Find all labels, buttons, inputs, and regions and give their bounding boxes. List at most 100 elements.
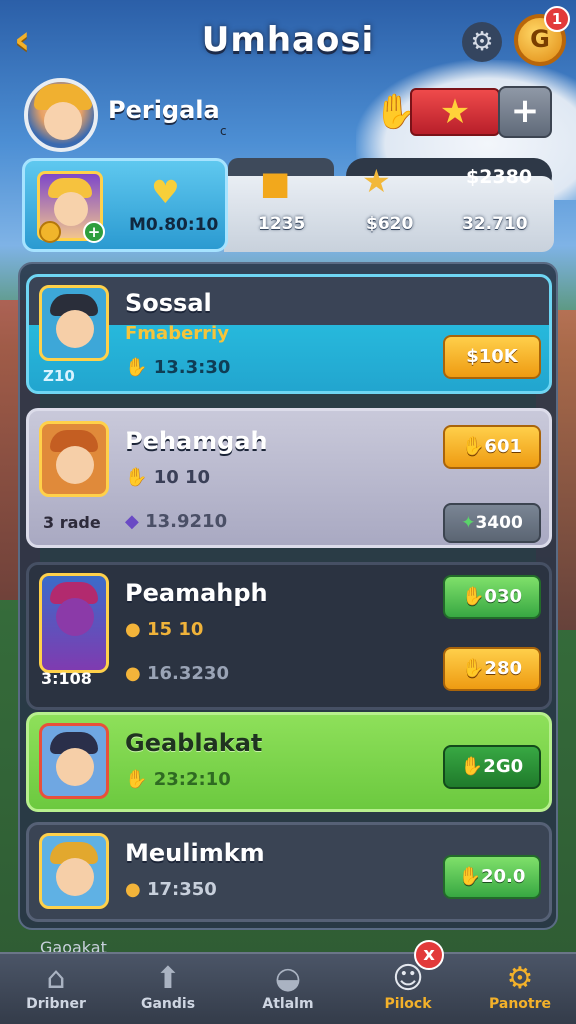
star-button[interactable]: ★ [410, 88, 500, 136]
item-corner-label: 3 rade [43, 513, 101, 532]
secondary-button-label: 280 [484, 658, 522, 679]
claim-button[interactable]: $10K [443, 335, 541, 379]
claim-button-label: 20.0 [481, 866, 526, 887]
item-secondary-text: 13.9210 [145, 511, 228, 532]
player-note: c [220, 124, 227, 138]
coin-icon: ● [125, 619, 141, 640]
nav-badge: x [414, 940, 444, 970]
notification-badge: 1 [544, 6, 570, 32]
item-secondary: ● 16.3230 [125, 663, 229, 684]
avatar-face [44, 102, 82, 140]
nav-label: Gandis [140, 996, 196, 1012]
stat-value-2: $620 [366, 214, 414, 234]
page-title: Umhaosi [201, 20, 375, 60]
claim-button-label: 601 [484, 436, 522, 457]
quest-list: Sossal Fmaberriy ✋ 13.3:30 Z10 $10K Peha… [18, 262, 558, 930]
claim-button[interactable]: ✋030 [443, 575, 541, 619]
item-time: ✋ 23:2:10 [125, 769, 231, 790]
item-secondary-text: 16.3230 [147, 663, 229, 684]
item-name: Meulimkm [125, 839, 265, 867]
helmet-icon: ◒ [274, 961, 302, 996]
item-time: ✋ 13.3:30 [125, 357, 230, 378]
star-icon: ★ [362, 162, 391, 200]
stat-value-1: 1235 [258, 214, 306, 234]
item-name: Sossal [125, 289, 212, 317]
item-time: ✋ 10 10 [125, 467, 210, 488]
upload-icon: ⬆ [155, 961, 181, 996]
player-name: Perigala [108, 96, 220, 124]
money-value: $2380 [466, 166, 533, 188]
thumb-face [56, 748, 94, 786]
secondary-button[interactable]: ✋280 [443, 647, 541, 691]
chevron-left-icon[interactable]: ‹ [14, 18, 54, 62]
thumb-face [56, 858, 94, 896]
item-name: Peamahph [125, 579, 268, 607]
claim-button-label: 030 [484, 586, 522, 607]
heart-icon: ♥ [151, 173, 180, 211]
coin-icon: ● [125, 879, 141, 900]
secondary-button-label: 3400 [475, 513, 523, 533]
plus-badge-icon: + [83, 221, 105, 243]
nav-label: Panotre [488, 996, 551, 1012]
gear-icon: ⚙ [506, 961, 534, 996]
stats-bar: + ♥ M0.80:10 ■ 1235 ★ $620 $2380 32.710 [22, 158, 554, 252]
coin-icon: ● [125, 663, 141, 684]
home-icon: ⌂ [46, 961, 66, 996]
nav-label: Pilock [384, 996, 432, 1012]
nav-item-settings[interactable]: ⚙ Panotre [464, 954, 576, 1024]
top-bar: ‹ Umhaosi ⚙ G 1 [0, 0, 576, 82]
portrait-face [54, 192, 88, 226]
nav-item-character[interactable]: ☺ Pilock x [352, 940, 464, 1024]
coin-badge-icon [39, 221, 61, 243]
item-time-text: 17:350 [147, 879, 217, 900]
item-corner-label: Z10 [43, 367, 75, 385]
avatar[interactable] [24, 78, 98, 152]
coin-icon: ✋ [125, 467, 148, 488]
thumb-face [56, 310, 94, 348]
coin-icon: ✋ [125, 357, 148, 378]
gold-cube-icon: ■ [260, 164, 291, 202]
player-stat-value: M0.80:10 [129, 215, 219, 235]
item-time-text: 23:2:10 [153, 769, 231, 790]
item-name: Pehamgah [125, 427, 268, 455]
list-item[interactable]: Pehamgah ✋ 10 10 3 rade ◆ 13.9210 ✋601 ✦… [26, 408, 552, 548]
claim-button[interactable]: ✋20.0 [443, 855, 541, 899]
gear-icon[interactable]: ⚙ [462, 22, 502, 62]
claim-button-label: 2G0 [483, 756, 524, 777]
claim-button[interactable]: ✋601 [443, 425, 541, 469]
item-subtitle: Fmaberriy [125, 323, 229, 344]
hand-icon: ✋ [125, 769, 148, 790]
list-item[interactable]: Meulimkm ● 17:350 ✋20.0 [26, 822, 552, 922]
item-thumbnail [39, 573, 109, 673]
item-thumbnail [39, 421, 109, 497]
item-thumbnail [39, 833, 109, 909]
nav-label: Atlalm [262, 996, 314, 1012]
secondary-button[interactable]: ✦3400 [443, 503, 541, 543]
list-item[interactable]: Peamahph ● 15 10 3:108 ● 16.3230 ✋030 ✋2… [26, 562, 552, 710]
nav-label: Dribner [26, 996, 86, 1012]
item-time: ● 17:350 [125, 879, 217, 900]
thumb-face [56, 446, 94, 484]
nav-item-upload[interactable]: ⬆ Gandis [112, 954, 224, 1024]
item-thumbnail [39, 723, 109, 799]
thumb-face [56, 598, 94, 636]
item-time-text: 15 10 [147, 619, 204, 640]
item-time-text: 13.3:30 [153, 357, 231, 378]
nav-item-helmet[interactable]: ◒ Atlalm [232, 954, 344, 1024]
claim-button[interactable]: ✋2G0 [443, 745, 541, 789]
item-name: Geablakat [125, 729, 263, 757]
item-time-text: 10 10 [153, 467, 211, 488]
list-item[interactable]: Sossal Fmaberriy ✋ 13.3:30 Z10 $10K [26, 274, 552, 394]
stat-value-3: 32.710 [462, 214, 528, 234]
add-button[interactable]: + [498, 86, 552, 138]
item-time: ● 15 10 [125, 619, 203, 640]
stats-player-card[interactable]: + ♥ M0.80:10 [22, 158, 228, 252]
item-corner-label: 3:108 [41, 669, 92, 688]
item-thumbnail [39, 285, 109, 361]
list-item[interactable]: Geablakat ✋ 23:2:10 ✋2G0 [26, 712, 552, 812]
nav-item-home[interactable]: ⌂ Dribner [0, 954, 112, 1024]
leaf-icon: ✦ [461, 513, 476, 533]
item-secondary: ◆ 13.9210 [125, 511, 227, 532]
gem-icon: ◆ [125, 511, 139, 532]
bottom-nav: ⌂ Dribner ⬆ Gandis ◒ Atlalm ☺ Pilock x ⚙… [0, 940, 576, 1024]
